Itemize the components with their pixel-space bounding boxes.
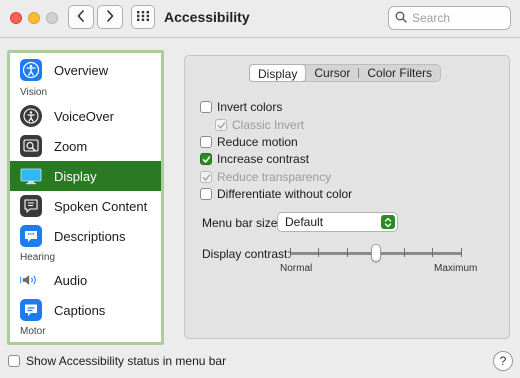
window-title: Accessibility bbox=[164, 9, 250, 25]
slider-max-label: Maximum bbox=[434, 263, 478, 274]
sidebar-item-label: Audio bbox=[54, 272, 88, 288]
sidebar: Overview Vision VoiceOver Zoom Display S… bbox=[7, 50, 164, 345]
menu-bar-size-select[interactable]: Default bbox=[277, 212, 398, 232]
section-header-motor: Motor bbox=[20, 326, 46, 337]
forward-button[interactable] bbox=[97, 5, 123, 29]
display-contrast-label: Display contrast: bbox=[202, 247, 291, 261]
option-reduce-transparency: Reduce transparency bbox=[200, 170, 331, 184]
sidebar-item-descriptions[interactable]: "" Descriptions bbox=[10, 221, 161, 251]
search-input[interactable] bbox=[412, 11, 502, 25]
checkmark-icon bbox=[202, 173, 210, 181]
sidebar-item-audio[interactable]: Audio bbox=[10, 265, 161, 295]
sidebar-item-label: Captions bbox=[54, 302, 106, 318]
tab-cursor[interactable]: Cursor bbox=[306, 65, 358, 81]
sidebar-item-label: Overview bbox=[54, 62, 109, 78]
slider-tick bbox=[461, 248, 462, 257]
sidebar-item-voiceover[interactable]: VoiceOver bbox=[10, 101, 161, 131]
tab-bar: Display Cursor Color Filters bbox=[249, 64, 442, 82]
sidebar-item-zoom[interactable]: Zoom bbox=[10, 131, 161, 161]
option-increase-contrast[interactable]: Increase contrast bbox=[200, 152, 309, 166]
chevron-left-icon bbox=[77, 9, 85, 25]
spoken-content-icon bbox=[20, 195, 42, 217]
checkmark-icon bbox=[217, 121, 225, 129]
sidebar-item-overview[interactable]: Overview bbox=[10, 55, 161, 85]
section-header-hearing: Hearing bbox=[20, 252, 56, 263]
checkbox[interactable] bbox=[200, 153, 212, 165]
checkbox[interactable] bbox=[200, 136, 212, 148]
tab-display[interactable]: Display bbox=[249, 64, 307, 82]
speaker-icon bbox=[20, 269, 42, 291]
grid-icon bbox=[136, 10, 150, 25]
zoom-icon bbox=[20, 135, 42, 157]
descriptions-icon: "" bbox=[20, 225, 42, 247]
search-field[interactable] bbox=[388, 6, 511, 30]
show-status-in-menu-bar[interactable]: Show Accessibility status in menu bar bbox=[8, 354, 226, 368]
sidebar-item-label: Spoken Content bbox=[54, 198, 148, 214]
option-label: Classic Invert bbox=[232, 118, 305, 132]
back-button[interactable] bbox=[68, 5, 94, 29]
option-label: Differentiate without color bbox=[217, 187, 353, 201]
show-all-button[interactable] bbox=[131, 5, 155, 29]
menu-bar-size-value: Default bbox=[285, 215, 324, 229]
option-label: Reduce motion bbox=[217, 135, 298, 149]
slider-tick bbox=[432, 248, 433, 257]
show-status-label: Show Accessibility status in menu bar bbox=[26, 354, 227, 368]
option-label: Reduce transparency bbox=[217, 170, 332, 184]
accessibility-icon bbox=[20, 59, 42, 81]
sidebar-item-label: Zoom bbox=[54, 138, 88, 154]
sidebar-item-label: Display bbox=[54, 168, 97, 184]
sidebar-item-display[interactable]: Display bbox=[10, 161, 161, 191]
voiceover-icon bbox=[20, 105, 42, 127]
slider-knob[interactable] bbox=[371, 244, 381, 262]
slider-min-label: Normal bbox=[280, 263, 313, 274]
option-label: Invert colors bbox=[217, 100, 283, 114]
option-invert-colors[interactable]: Invert colors bbox=[200, 100, 282, 114]
option-reduce-motion[interactable]: Reduce motion bbox=[200, 135, 298, 149]
menu-bar-size-label: Menu bar size: bbox=[202, 216, 281, 230]
checkbox[interactable] bbox=[200, 188, 212, 200]
checkbox[interactable] bbox=[8, 355, 20, 367]
slider-tick bbox=[347, 248, 348, 257]
slider-tick bbox=[318, 248, 319, 257]
sidebar-item-label: VoiceOver bbox=[54, 108, 114, 124]
checkbox bbox=[200, 171, 212, 183]
sidebar-item-spoken-content[interactable]: Spoken Content bbox=[10, 191, 161, 221]
option-classic-invert: Classic Invert bbox=[215, 118, 304, 132]
checkbox[interactable] bbox=[200, 101, 212, 113]
option-label: Increase contrast bbox=[217, 152, 310, 166]
sidebar-item-captions[interactable]: Captions bbox=[10, 295, 161, 325]
updown-chevron-icon bbox=[381, 215, 395, 229]
zoom-window-button[interactable] bbox=[46, 12, 58, 24]
svg-text:"": "" bbox=[28, 233, 35, 240]
display-icon bbox=[20, 165, 42, 187]
checkmark-icon bbox=[202, 155, 210, 163]
slider-tick bbox=[404, 248, 405, 257]
slider-tick bbox=[290, 248, 291, 257]
sidebar-item-label: Descriptions bbox=[54, 228, 126, 244]
option-differentiate-without-color[interactable]: Differentiate without color bbox=[200, 187, 352, 201]
section-header-vision: Vision bbox=[20, 87, 48, 98]
close-window-button[interactable] bbox=[10, 12, 22, 24]
toolbar: Accessibility bbox=[0, 0, 520, 38]
tab-color-filters[interactable]: Color Filters bbox=[359, 65, 440, 81]
minimize-window-button[interactable] bbox=[28, 12, 40, 24]
search-icon bbox=[395, 11, 407, 26]
chevron-right-icon bbox=[106, 9, 114, 25]
display-contrast-slider[interactable] bbox=[290, 244, 462, 262]
captions-icon bbox=[20, 299, 42, 321]
checkbox bbox=[215, 119, 227, 131]
help-button[interactable]: ? bbox=[493, 351, 513, 371]
